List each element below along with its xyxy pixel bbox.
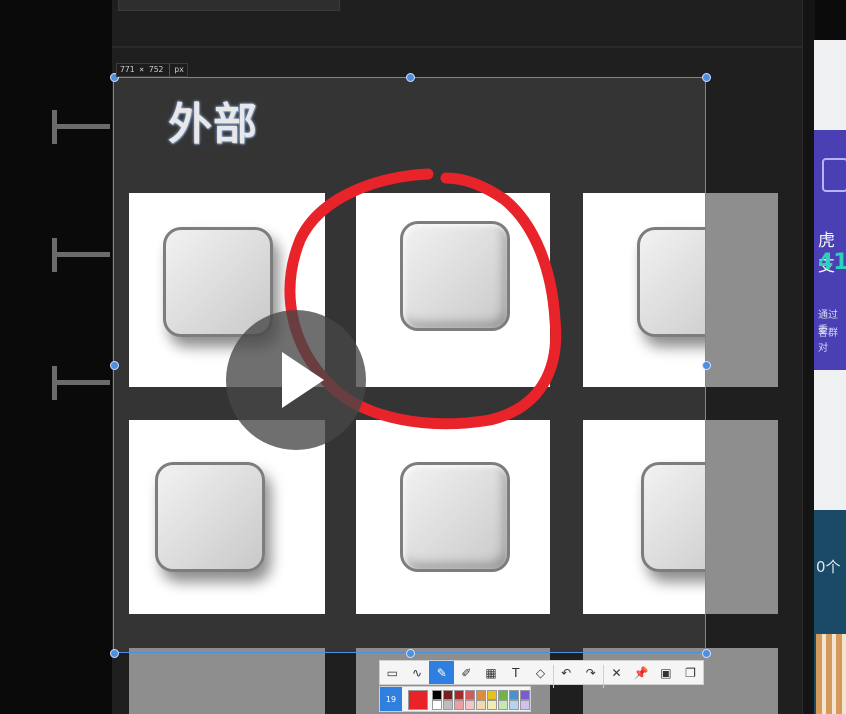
current-color-swatch[interactable] (408, 690, 428, 710)
mosaic-tool-icon[interactable]: ▦ (479, 661, 504, 684)
close-icon[interactable]: ✕ (604, 661, 629, 684)
color-swatch[interactable] (520, 700, 530, 710)
copy-icon[interactable]: ❐ (678, 661, 703, 684)
color-swatch[interactable] (465, 690, 475, 700)
color-swatch[interactable] (432, 690, 442, 700)
rect-tool-icon[interactable]: ▭ (380, 661, 405, 684)
marker-tool-icon[interactable]: ✐ (454, 661, 479, 684)
color-swatch[interactable] (498, 700, 508, 710)
text-tool-icon[interactable]: T (503, 661, 528, 684)
color-swatch[interactable] (476, 690, 486, 700)
color-swatch[interactable] (498, 690, 508, 700)
pin-icon[interactable]: 📌 (629, 661, 654, 684)
color-swatch[interactable] (509, 690, 519, 700)
curve-tool-icon[interactable]: ∿ (405, 661, 430, 684)
color-swatch[interactable] (487, 690, 497, 700)
color-swatch[interactable] (454, 700, 464, 710)
color-swatch[interactable] (432, 700, 442, 710)
video-play-button[interactable] (226, 310, 366, 450)
color-swatch[interactable] (465, 700, 475, 710)
undo-icon[interactable]: ↶ (554, 661, 579, 684)
play-icon (282, 352, 324, 408)
redo-icon[interactable]: ↷ (578, 661, 603, 684)
red-circle-annotation (284, 168, 562, 430)
color-swatch[interactable] (520, 690, 530, 700)
color-swatch[interactable] (443, 700, 453, 710)
color-swatch[interactable] (476, 700, 486, 710)
save-icon[interactable]: ▣ (654, 661, 679, 684)
pen-width-selector[interactable]: 19 (380, 687, 402, 711)
color-swatch[interactable] (443, 690, 453, 700)
pen-tool-icon[interactable]: ✎ (429, 661, 455, 684)
color-swatch[interactable] (454, 690, 464, 700)
eraser-tool-icon[interactable]: ◇ (528, 661, 553, 684)
color-swatch[interactable] (509, 700, 519, 710)
color-swatch[interactable] (487, 700, 497, 710)
annotation-toolbar: ▭ ∿ ✎ ✐ ▦ T ◇ ↶ ↷ ✕ 📌 ▣ ❐ (379, 660, 704, 688)
